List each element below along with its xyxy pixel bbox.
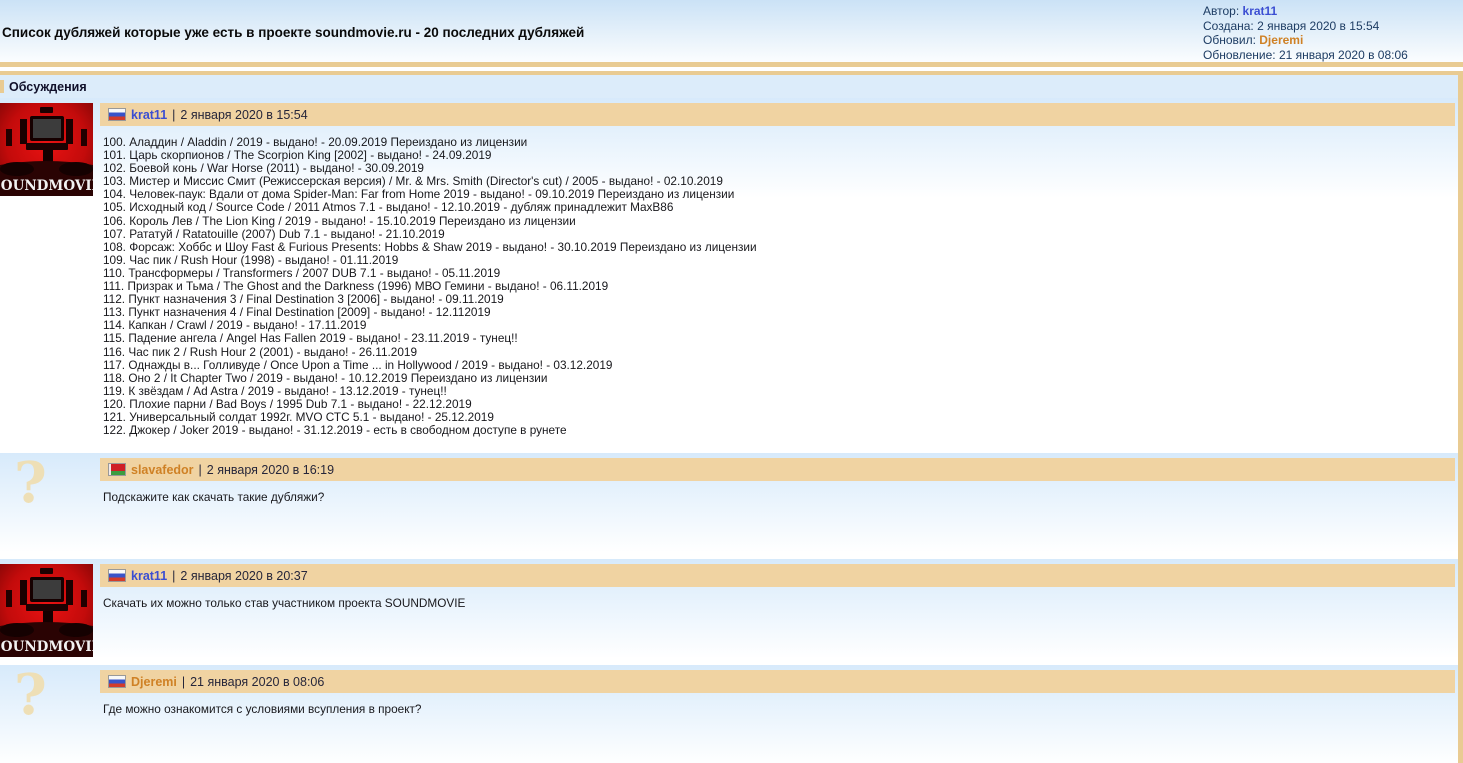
post-text-line: 120. Плохие парни / Bad Boys / 1995 Dub … — [103, 398, 1447, 411]
post-row: SOUNDMOVIE krat11 | 2 января 2020 в 15:5… — [0, 98, 1458, 445]
post-header-separator: | — [199, 463, 202, 477]
post-date: 2 января 2020 в 16:19 — [207, 463, 334, 477]
meta-updated-label: Обновление: — [1203, 48, 1276, 62]
post-header: Djeremi | 21 января 2020 в 08:06 — [100, 670, 1455, 693]
post-text-line: 117. Однажды в... Голливуде / Once Upon … — [103, 359, 1447, 372]
avatar-placeholder-question-mark: ? — [14, 450, 47, 516]
flag-ru-icon — [108, 675, 126, 688]
meta-created-label: Создана: — [1203, 19, 1254, 33]
post-text-line: 115. Падение ангела / Angel Has Fallen 2… — [103, 332, 1447, 345]
topic-header: Список дубляжей которые уже есть в проек… — [0, 0, 1463, 62]
post-author-link[interactable]: krat11 — [131, 569, 167, 583]
post-text-line: Скачать их можно только став участником … — [103, 597, 1447, 610]
post-text-line: 122. Джокер / Joker 2019 - выдано! - 31.… — [103, 424, 1447, 437]
post-main: krat11 | 2 января 2020 в 15:54 100. Алад… — [100, 103, 1455, 445]
avatar-cell: ? — [0, 458, 100, 459]
discussions-section: Обсуждения SOUNDMOVIE krat11 — [0, 75, 1463, 763]
post-body: Где можно ознакомится с условиями всупле… — [100, 693, 1455, 724]
post-text-line: 118. Оно 2 / It Chapter Two / 2019 - выд… — [103, 372, 1447, 385]
post-text-line: 107. Рататуй / Ratatouille (2007) Dub 7.… — [103, 228, 1447, 241]
post-text-line: 116. Час пик 2 / Rush Hour 2 (2001) - вы… — [103, 346, 1447, 359]
post-text-line: Подскажите как скачать такие дубляжи? — [103, 491, 1447, 504]
flag-by-icon — [108, 463, 126, 476]
avatar-cell: SOUNDMOVIE — [0, 564, 100, 657]
post-text-line: 119. К звёздам / Ad Astra / 2019 - выдан… — [103, 385, 1447, 398]
post-body: Скачать их можно только став участником … — [100, 587, 1455, 618]
post-main: slavafedor | 2 января 2020 в 16:19 Подск… — [100, 458, 1455, 512]
meta-updated-by-link[interactable]: Djeremi — [1259, 33, 1303, 47]
avatar-soundmovie-label: SOUNDMOVIE — [0, 639, 93, 655]
collapse-icon[interactable] — [0, 80, 4, 93]
meta-author-link[interactable]: krat11 — [1243, 4, 1278, 18]
post-header: slavafedor | 2 января 2020 в 16:19 — [100, 458, 1455, 481]
post-text-line: 108. Форсаж: Хоббс и Шоу Fast & Furious … — [103, 241, 1447, 254]
meta-updated-line: Обновление: 21 января 2020 в 08:06 — [1203, 48, 1408, 63]
post-header: krat11 | 2 января 2020 в 20:37 — [100, 564, 1455, 587]
post-text-line: 105. Исходный код / Source Code / 2011 A… — [103, 201, 1447, 214]
posts-list: SOUNDMOVIE krat11 | 2 января 2020 в 15:5… — [0, 98, 1458, 763]
soundmovie-avatar-image: SOUNDMOVIE — [0, 103, 93, 196]
page-title: Список дубляжей которые уже есть в проек… — [2, 25, 584, 40]
post-date: 2 января 2020 в 20:37 — [180, 569, 307, 583]
meta-author-label: Автор: — [1203, 4, 1239, 18]
post-header-separator: | — [172, 569, 175, 583]
post-body: 100. Аладдин / Aladdin / 2019 - выдано! … — [100, 126, 1455, 445]
post-date: 2 января 2020 в 15:54 — [180, 108, 307, 122]
post-main: krat11 | 2 января 2020 в 20:37 Скачать и… — [100, 564, 1455, 618]
post-row: ? Djeremi | 21 января 2020 в 08:06 Где м… — [0, 665, 1458, 763]
post-text-line: Где можно ознакомится с условиями всупле… — [103, 703, 1447, 716]
post-header: krat11 | 2 января 2020 в 15:54 — [100, 103, 1455, 126]
meta-updated-value: 21 января 2020 в 08:06 — [1279, 48, 1408, 62]
post-main: Djeremi | 21 января 2020 в 08:06 Где мож… — [100, 670, 1455, 724]
post-author-link[interactable]: slavafedor — [131, 463, 194, 477]
post-body: Подскажите как скачать такие дубляжи? — [100, 481, 1455, 512]
meta-updated-by-label: Обновил: — [1203, 33, 1256, 47]
avatar-cell: SOUNDMOVIE — [0, 103, 100, 196]
post-header-separator: | — [172, 108, 175, 122]
topic-meta: Автор: krat11 Создана: 2 января 2020 в 1… — [1203, 4, 1408, 62]
post-text-line: 109. Час пик / Rush Hour (1998) - выдано… — [103, 254, 1447, 267]
avatar-cell: ? — [0, 670, 100, 671]
soundmovie-avatar-image: SOUNDMOVIE — [0, 564, 93, 657]
post-row: SOUNDMOVIE krat11 | 2 января 2020 в 20:3… — [0, 559, 1458, 657]
meta-created-line: Создана: 2 января 2020 в 15:54 — [1203, 19, 1408, 34]
discussions-title: Обсуждения — [9, 80, 87, 94]
flag-ru-icon — [108, 108, 126, 121]
meta-author-line: Автор: krat11 — [1203, 4, 1408, 19]
avatar-placeholder-question-mark: ? — [14, 662, 47, 728]
post-text-line: 106. Король Лев / The Lion King / 2019 -… — [103, 215, 1447, 228]
meta-updated-by-line: Обновил: Djeremi — [1203, 33, 1408, 48]
meta-created-value: 2 января 2020 в 15:54 — [1257, 19, 1379, 33]
discussions-header: Обсуждения — [0, 75, 1458, 98]
flag-ru-icon — [108, 569, 126, 582]
avatar-soundmovie-label: SOUNDMOVIE — [0, 178, 93, 194]
post-author-link[interactable]: krat11 — [131, 108, 167, 122]
post-row: ? slavafedor | 2 января 2020 в 16:19 Под… — [0, 453, 1458, 551]
